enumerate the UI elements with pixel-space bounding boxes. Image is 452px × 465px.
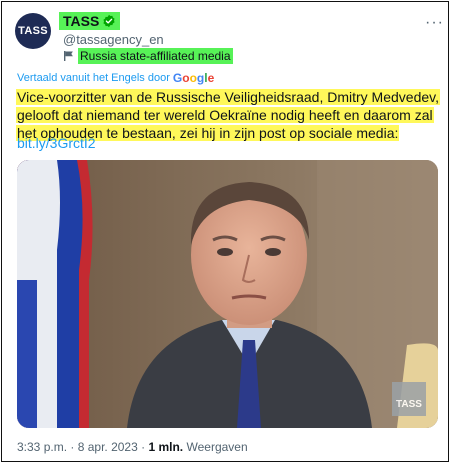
translation-label: Vertaald vanuit het Engels door <box>17 72 170 84</box>
photo-image <box>17 160 438 428</box>
tweet-text: Vice-voorzitter van de Russische Veiligh… <box>16 88 444 142</box>
account-handle[interactable]: @tassagency_en <box>63 32 164 47</box>
translation-note: Vertaald vanuit het Engels door Google <box>17 71 214 85</box>
account-name[interactable]: TASS <box>63 13 99 29</box>
flag-icon <box>64 51 73 61</box>
avatar-text: TASS <box>18 25 48 37</box>
affiliation-label: Russia state-affiliated media <box>78 48 233 64</box>
tweet-time[interactable]: 3:33 p.m. <box>17 440 67 454</box>
avatar[interactable]: TASS <box>15 13 51 49</box>
meta-separator: · <box>70 440 75 454</box>
tweet-text-content: Vice-voorzitter van de Russische Veiligh… <box>16 89 441 141</box>
views-label: Weergaven <box>186 440 248 454</box>
account-name-row[interactable]: TASS <box>59 12 121 30</box>
watermark-text: TASS <box>396 399 422 410</box>
affiliation-row[interactable]: Russia state-affiliated media <box>63 48 233 64</box>
views-count: 1 mln. <box>148 440 184 454</box>
meta-separator: · <box>141 440 146 454</box>
tweet-card: TASS TASS @tassagency_en Russia state-af… <box>1 1 449 462</box>
google-logo: Google <box>172 71 215 85</box>
tweet-date[interactable]: 8 apr. 2023 <box>78 440 138 454</box>
tass-watermark: TASS <box>392 382 426 416</box>
tweet-link[interactable]: bit.ly/3GrctI2 <box>17 135 96 151</box>
tweet-meta: 3:33 p.m. · 8 apr. 2023 · 1 mln. Weergav… <box>17 440 248 454</box>
more-icon[interactable]: ··· <box>425 14 444 32</box>
verified-badge-icon <box>103 14 115 28</box>
tweet-photo[interactable]: TASS <box>17 160 438 428</box>
